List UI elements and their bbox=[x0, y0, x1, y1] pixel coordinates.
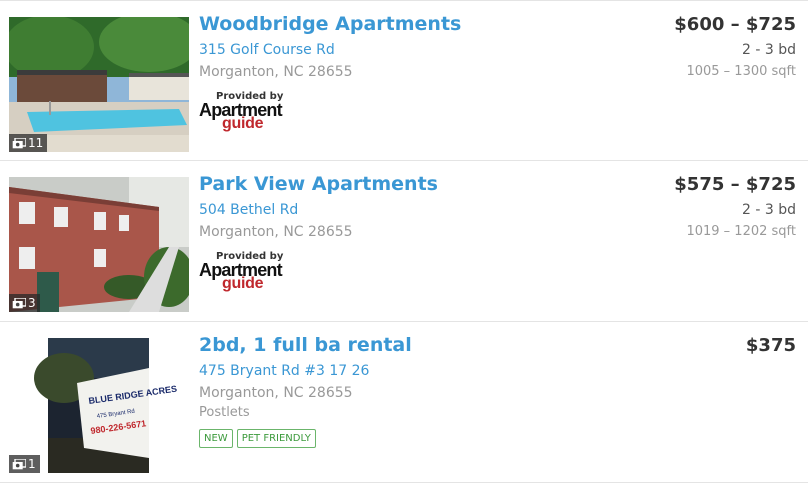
listings-list: 11 Woodbridge Apartments 315 Golf Course… bbox=[0, 0, 808, 483]
photos-icon bbox=[12, 297, 26, 308]
photo-count: 1 bbox=[28, 457, 36, 471]
listing-city: Morganton, NC 28655 bbox=[199, 64, 353, 80]
listing-sqft: 1005 – 1300 sqft bbox=[686, 64, 796, 79]
photos-icon bbox=[12, 458, 26, 469]
provider-logo: Provided by Apartment guide bbox=[199, 91, 303, 132]
listing-photo[interactable]: 3 bbox=[9, 177, 189, 312]
listing-title[interactable]: Park View Apartments bbox=[199, 173, 438, 195]
listing-sqft: 1019 – 1202 sqft bbox=[686, 224, 796, 239]
building-photo-image bbox=[9, 177, 189, 312]
listing-price: $575 – $725 bbox=[674, 174, 796, 195]
sign-photo-image: BLUE RIDGE ACRES 475 Bryant Rd 980-226-5… bbox=[34, 338, 178, 473]
listing-source: Postlets bbox=[199, 405, 250, 420]
photo-count: 11 bbox=[28, 136, 44, 150]
listing-address[interactable]: 315 Golf Course Rd bbox=[199, 42, 335, 58]
listing-price: $375 bbox=[745, 335, 796, 356]
listing-title[interactable]: 2bd, 1 full ba rental bbox=[199, 334, 412, 356]
apartment-guide-logo-line2: guide bbox=[222, 275, 264, 292]
listing-beds: 2 - 3 bd bbox=[742, 42, 796, 58]
listing-price: $600 – $725 bbox=[674, 14, 796, 35]
listing-card[interactable]: BLUE RIDGE ACRES 475 Bryant Rd 980-226-5… bbox=[0, 322, 808, 483]
listing-address[interactable]: 475 Bryant Rd #3 17 26 bbox=[199, 363, 369, 379]
apartment-guide-logo-line2: guide bbox=[222, 115, 264, 132]
tag-new: NEW bbox=[199, 429, 233, 448]
photos-icon bbox=[12, 137, 26, 148]
listing-card[interactable]: 3 Park View Apartments 504 Bethel Rd Mor… bbox=[0, 161, 808, 322]
provider-logo: Provided by Apartment guide bbox=[199, 251, 303, 292]
listing-photo[interactable]: BLUE RIDGE ACRES 475 Bryant Rd 980-226-5… bbox=[9, 338, 189, 473]
listing-title[interactable]: Woodbridge Apartments bbox=[199, 13, 461, 35]
listing-city: Morganton, NC 28655 bbox=[199, 224, 353, 240]
photo-count-badge: 3 bbox=[9, 294, 40, 312]
photo-count-badge: 1 bbox=[9, 455, 40, 473]
listing-city: Morganton, NC 28655 bbox=[199, 385, 353, 401]
listing-tags: NEW PET FRIENDLY bbox=[199, 429, 316, 448]
photo-count-badge: 11 bbox=[9, 134, 48, 152]
photo-count: 3 bbox=[28, 296, 36, 310]
pool-photo-image bbox=[9, 17, 189, 152]
listing-address[interactable]: 504 Bethel Rd bbox=[199, 202, 298, 218]
tag-pet-friendly: PET FRIENDLY bbox=[236, 429, 316, 448]
listing-beds: 2 - 3 bd bbox=[742, 202, 796, 218]
listing-card[interactable]: 11 Woodbridge Apartments 315 Golf Course… bbox=[0, 0, 808, 161]
listing-photo[interactable]: 11 bbox=[9, 17, 189, 152]
